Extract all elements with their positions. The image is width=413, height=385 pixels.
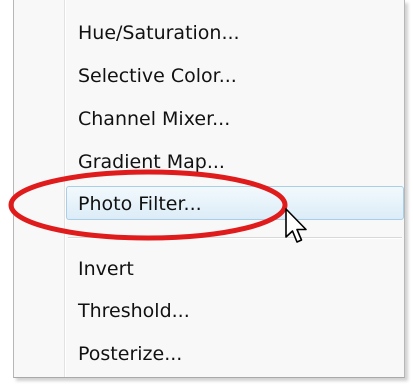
menu-item-threshold[interactable]: Threshold... [78, 300, 190, 322]
menu-item-channel-mixer[interactable]: Channel Mixer... [78, 108, 230, 130]
menu-item-gradient-map[interactable]: Gradient Map... [78, 151, 225, 173]
menu-item-photo-filter[interactable]: Photo Filter... [78, 193, 202, 215]
context-menu: Hue/Saturation... Selective Color... Cha… [13, 0, 405, 378]
menu-item-hue-saturation[interactable]: Hue/Saturation... [78, 22, 240, 44]
menu-item-selective-color[interactable]: Selective Color... [78, 65, 237, 87]
menu-separator-highlight [68, 238, 402, 239]
menu-item-posterize[interactable]: Posterize... [78, 343, 182, 365]
menu-item-invert[interactable]: Invert [78, 258, 134, 280]
